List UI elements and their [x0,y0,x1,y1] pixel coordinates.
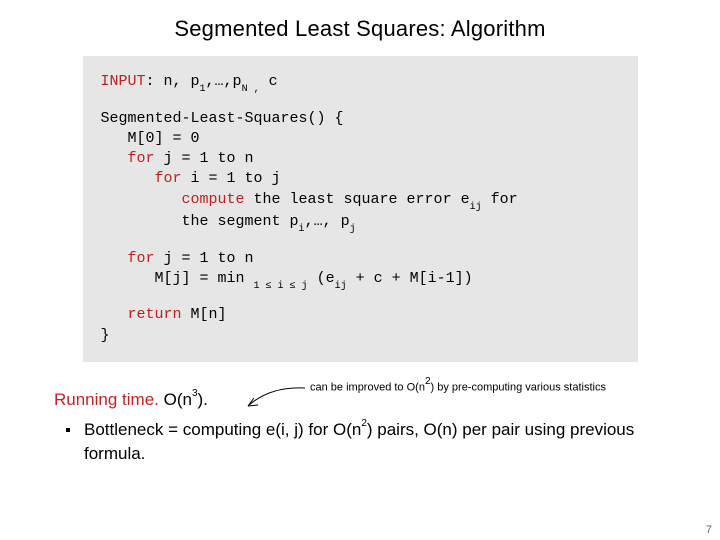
keyword-input: INPUT [101,73,146,90]
slide: Segmented Least Squares: Algorithm INPUT… [0,0,720,540]
code-compute-line: compute the least square error eij for [101,190,620,213]
keyword-compute: compute [182,191,245,208]
slide-title: Segmented Least Squares: Algorithm [30,16,690,42]
code-close: } [101,326,620,346]
keyword-for: for [128,150,155,167]
code-return: return M[n] [101,305,620,325]
code-mj: M[j] = min 1 ≤ i ≤ j (eij + c + M[i-1]) [101,269,620,292]
code-m0: M[0] = 0 [101,129,620,149]
code-for-j1: for j = 1 to n [101,149,620,169]
code-segment-line: the segment pi,…, pj [101,212,620,235]
improvement-note: can be improved to O(n2) by pre-computin… [310,378,606,394]
code-for-i: for i = 1 to j [101,169,620,189]
keyword-for: for [155,170,182,187]
bottleneck-line: Bottleneck = computing e(i, j) for O(n2)… [54,418,690,466]
algorithm-codebox: INPUT: n, p1,…,pN , c Segmented-Least-Sq… [83,56,638,362]
notes-area: can be improved to O(n2) by pre-computin… [30,390,690,466]
running-time-label: Running time. [54,390,159,409]
code-fn-decl: Segmented-Least-Squares() { [101,109,620,129]
keyword-for: for [128,250,155,267]
code-input-line: INPUT: n, p1,…,pN , c [101,72,620,95]
page-number: 7 [706,524,712,536]
code-for-j2: for j = 1 to n [101,249,620,269]
keyword-return: return [128,306,182,323]
